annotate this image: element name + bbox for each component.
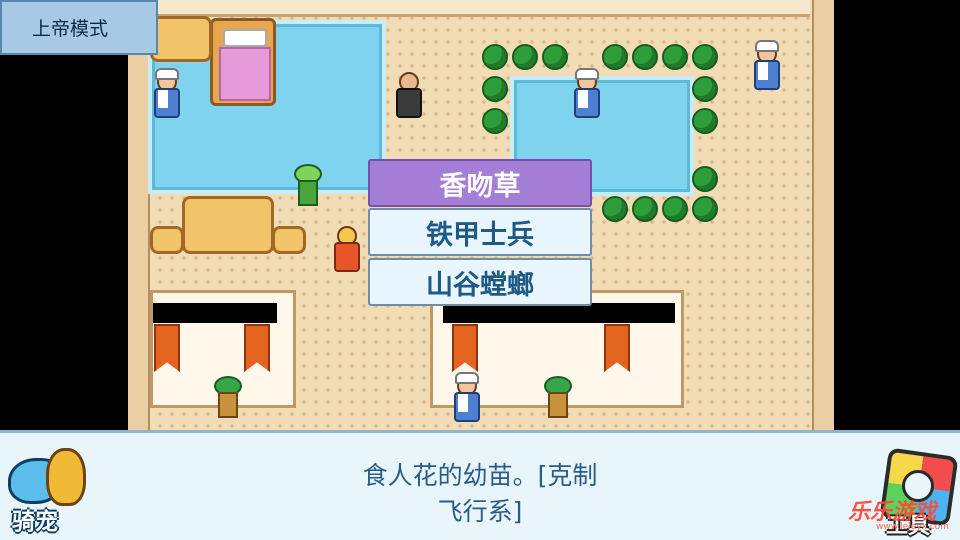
god-mode-label: 上帝模式 [32,18,109,40]
ride-pet-button[interactable]: 骑宠 [6,444,92,536]
bush [632,196,658,222]
monster-option-valley-mantis[interactable]: 山谷螳螂 [368,258,592,306]
monster-option-label: 铁甲士兵 [426,219,534,251]
maid-npc[interactable] [752,40,780,90]
kiss-grass-monster[interactable] [294,164,322,206]
bush [662,196,688,222]
void-right [834,0,960,430]
bush [692,166,718,192]
bush [692,108,718,134]
description-dialog[interactable]: 食人花的幼苗。[克制 飞行系] [0,430,960,540]
stool-left [150,226,184,254]
bush [662,44,688,70]
cabinet [150,16,212,62]
bush [482,108,508,134]
potted-plant [544,376,572,418]
bush [692,76,718,102]
bush [482,76,508,102]
butler-npc[interactable] [394,72,422,118]
bush [632,44,658,70]
maid-npc[interactable] [572,68,600,118]
player-character[interactable] [332,226,360,272]
bush [602,44,628,70]
bush [512,44,538,70]
right-wall [812,0,836,430]
ride-pet-label: 骑宠 [12,509,58,535]
monster-option-label: 山谷螳螂 [426,269,534,301]
maid-npc[interactable] [152,68,180,118]
monster-option-kiss-grass[interactable]: 香吻草 [368,159,592,207]
void-left [0,55,128,430]
monster-option-iron-soldier[interactable]: 铁甲士兵 [368,208,592,256]
bed [210,18,276,106]
stool-right [272,226,306,254]
bush [482,44,508,70]
maid-npc[interactable] [452,372,480,422]
description-line-2: 飞行系] [437,497,523,526]
monster-option-label: 香吻草 [439,170,521,202]
description-text: 食人花的幼苗。[克制 飞行系] [290,458,670,530]
site-watermark-url: www.leleyx.com [876,522,949,532]
description-line-1: 食人花的幼苗。[克制 [362,461,598,490]
potted-plant [214,376,242,418]
left-wall [128,0,150,430]
table [182,196,274,254]
top-wall [150,0,810,17]
bush [692,44,718,70]
bush [602,196,628,222]
sprout-pet-icon [46,448,86,506]
bush [542,44,568,70]
bush [692,196,718,222]
god-mode-button[interactable]: 上帝模式 [0,0,158,55]
